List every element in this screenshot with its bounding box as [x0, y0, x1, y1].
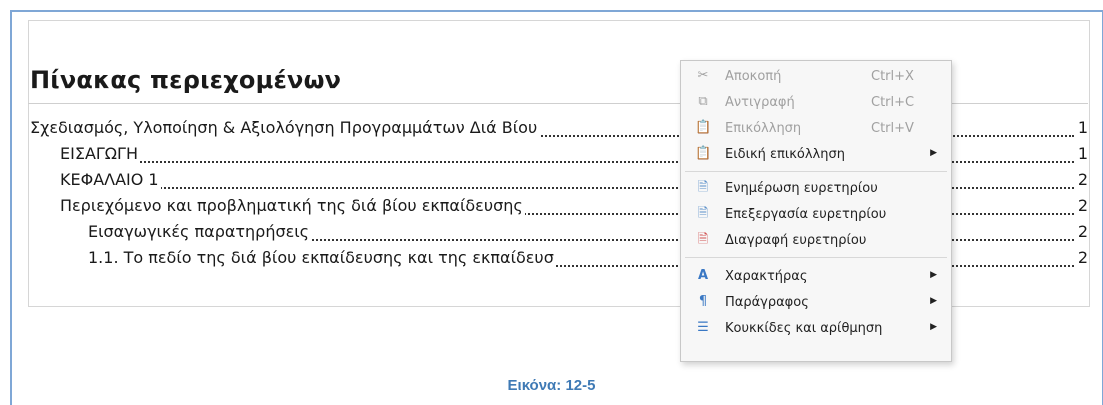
- menu-item-label: Αποκοπή: [725, 69, 782, 84]
- menu-item-cut[interactable]: ✂ Αποκοπή Ctrl+X: [681, 65, 951, 89]
- menu-item-paste[interactable]: 📋 Επικόλληση Ctrl+V: [681, 117, 951, 141]
- delete-index-icon: 🗎: [697, 232, 709, 247]
- update-index-icon: 🗎: [697, 180, 709, 195]
- submenu-arrow-icon: ▶: [930, 296, 937, 306]
- toc-entry-text: 1.1. Το πεδίο της διά βίου εκπαίδευσης κ…: [88, 248, 556, 267]
- menu-item-label: Επεξεργασία ευρετηρίου: [725, 207, 887, 222]
- menu-item-shortcut: Ctrl+V: [871, 121, 914, 136]
- toc-entry-text: ΕΙΣΑΓΩΓΗ: [60, 144, 140, 163]
- toc-page-number: 2: [1075, 196, 1088, 215]
- paragraph-icon: ¶: [698, 294, 708, 309]
- menu-item-edit-index[interactable]: 🗎 Επεξεργασία ευρετηρίου: [681, 203, 951, 227]
- menu-item-character[interactable]: A Χαρακτήρας ▶: [681, 265, 951, 289]
- menu-item-label: Παράγραφος: [725, 295, 809, 310]
- menu-item-copy[interactable]: ⧉ Αντιγραφή Ctrl+C: [681, 91, 951, 115]
- menu-item-paragraph[interactable]: ¶ Παράγραφος ▶: [681, 291, 951, 315]
- context-menu: ✂ Αποκοπή Ctrl+X ⧉ Αντιγραφή Ctrl+C 📋 Επ…: [680, 60, 952, 362]
- menu-item-delete-index[interactable]: 🗎 Διαγραφή ευρετηρίου: [681, 229, 951, 253]
- menu-item-label: Επικόλληση: [725, 121, 802, 136]
- menu-separator: [685, 257, 947, 258]
- menu-item-bullets-numbering[interactable]: ☰ Κουκκίδες και αρίθμηση ▶: [681, 317, 951, 341]
- toc-title: Πίνακας περιεχομένων: [30, 66, 342, 94]
- toc-page-number: 2: [1075, 170, 1088, 189]
- menu-item-label: Αντιγραφή: [725, 95, 795, 110]
- toc-page-number: 1: [1075, 144, 1088, 163]
- toc-entry-text: Περιεχόμενο και προβληματική της διά βίο…: [60, 196, 525, 215]
- toc-page-number: 2: [1075, 248, 1088, 267]
- menu-item-label: Ειδική επικόλληση: [725, 147, 845, 162]
- menu-item-label: Διαγραφή ευρετηρίου: [725, 233, 867, 248]
- menu-item-label: Χαρακτήρας: [725, 269, 808, 284]
- edit-index-icon: 🗎: [697, 206, 709, 221]
- copy-icon: ⧉: [698, 94, 708, 109]
- submenu-arrow-icon: ▶: [930, 270, 937, 280]
- menu-item-shortcut: Ctrl+X: [871, 69, 914, 84]
- toc-page-number: 2: [1075, 222, 1088, 241]
- bullets-numbering-icon: ☰: [697, 320, 709, 335]
- menu-item-update-index[interactable]: 🗎 Ενημέρωση ευρετηρίου: [681, 177, 951, 201]
- toc-page-number: 1: [1075, 118, 1088, 137]
- menu-item-label: Κουκκίδες και αρίθμηση: [725, 321, 883, 336]
- toc-entry-text: ΚΕΦΑΛΑΙΟ 1: [60, 170, 161, 189]
- character-icon: A: [697, 268, 709, 283]
- scissors-icon: ✂: [697, 68, 709, 83]
- submenu-arrow-icon: ▶: [930, 148, 937, 158]
- toc-entry-text: Εισαγωγικές παρατηρήσεις: [88, 222, 312, 241]
- toc-entry-text: Σχεδιασμός, Υλοποίηση & Αξιολόγηση Προγρ…: [30, 118, 540, 137]
- paste-special-icon: 📋: [695, 146, 712, 161]
- menu-item-shortcut: Ctrl+C: [871, 95, 915, 110]
- figure-caption: Εικόνα: 12-5: [507, 377, 596, 394]
- menu-separator: [685, 171, 947, 172]
- menu-item-paste-special[interactable]: 📋 Ειδική επικόλληση ▶: [681, 143, 951, 167]
- menu-item-label: Ενημέρωση ευρετηρίου: [725, 181, 878, 196]
- submenu-arrow-icon: ▶: [930, 322, 937, 332]
- paste-icon: 📋: [695, 120, 712, 135]
